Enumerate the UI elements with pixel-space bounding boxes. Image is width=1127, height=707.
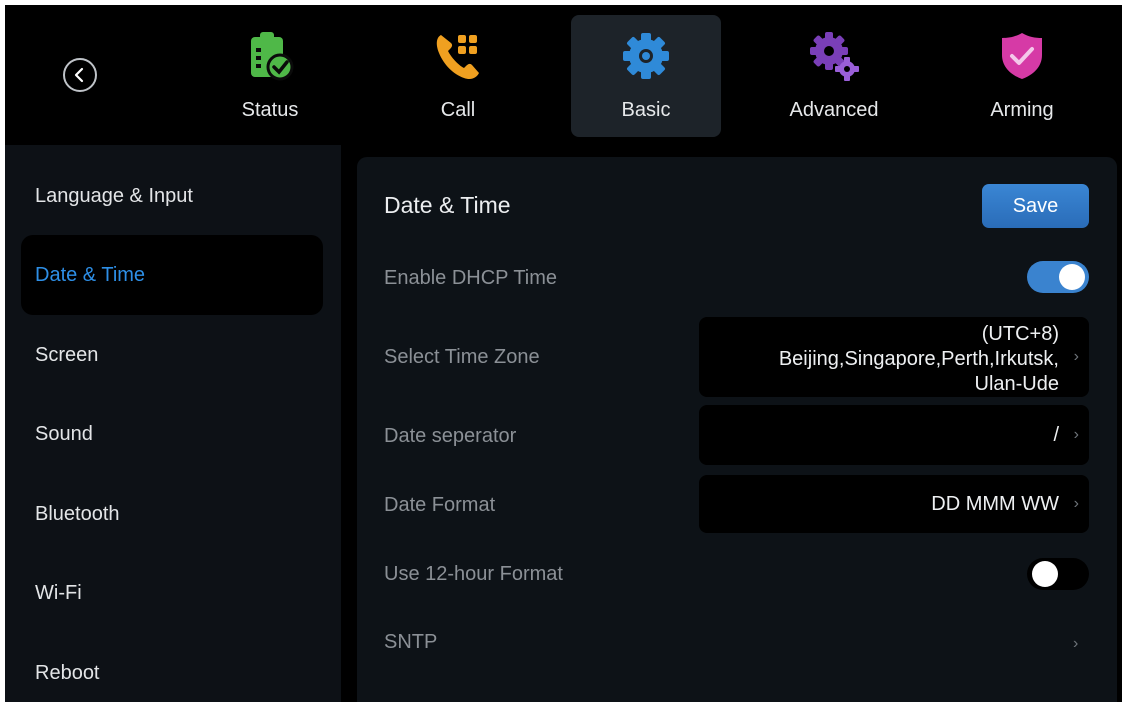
tab-label: Advanced <box>789 99 879 121</box>
sidebar-item-language-input[interactable]: Language & Input <box>21 156 323 236</box>
gears-icon <box>810 32 859 81</box>
sidebar-item-reboot[interactable]: Reboot <box>21 633 323 702</box>
clipboard-check-icon <box>251 32 294 81</box>
time-zone-value: (UTC+8) Beijing,Singapore,Perth,Irkutsk,… <box>699 317 1059 397</box>
tab-arming[interactable]: Arming <box>947 15 1097 137</box>
time-zone-cities: Beijing,Singapore,Perth,Irkutsk, <box>778 348 1059 370</box>
tab-status[interactable]: Status <box>195 15 345 137</box>
sidebar-item-wifi[interactable]: Wi-Fi <box>21 553 323 633</box>
tab-call[interactable]: Call <box>383 15 533 137</box>
time-zone-cities-cont: Ulan-Ude <box>974 373 1059 395</box>
date-separator-select[interactable]: / › <box>699 405 1089 465</box>
tab-basic[interactable]: Basic <box>571 15 721 137</box>
tab-label: Status <box>241 99 299 121</box>
tab-label: Call <box>440 99 476 121</box>
date-format-value: DD MMM WW <box>931 493 1059 515</box>
sidebar-item-sound[interactable]: Sound <box>21 394 323 474</box>
sidebar-item-bluetooth[interactable]: Bluetooth <box>21 474 323 554</box>
sidebar-item-screen[interactable]: Screen <box>21 315 323 395</box>
top-nav: Status Call Basic Advanced Arming <box>5 5 1122 145</box>
date-separator-label: Date seperator <box>384 425 517 447</box>
time-zone-label: Select Time Zone <box>384 346 540 368</box>
save-button[interactable]: Save <box>982 184 1089 228</box>
sidebar-item-date-time[interactable]: Date & Time <box>21 235 323 315</box>
sntp-label[interactable]: SNTP <box>384 631 437 654</box>
toggle-knob <box>1032 561 1058 587</box>
chevron-right-icon: › <box>1073 426 1079 443</box>
phone-grid-icon <box>436 35 479 80</box>
settings-screen: Status Call Basic Advanced Arming Langua… <box>5 5 1122 702</box>
sidebar: Language & Input Date & Time Screen Soun… <box>5 145 341 702</box>
tab-advanced[interactable]: Advanced <box>759 15 909 137</box>
page-title: Date & Time <box>384 192 511 218</box>
dhcp-time-label: Enable DHCP Time <box>384 267 558 289</box>
chevron-right-icon: › <box>1073 495 1079 512</box>
time-zone-offset: (UTC+8) <box>981 323 1059 345</box>
date-format-select[interactable]: DD MMM WW › <box>699 475 1089 533</box>
date-format-label: Date Format <box>384 494 496 516</box>
back-button[interactable] <box>63 58 97 92</box>
dhcp-time-toggle[interactable] <box>1027 261 1089 293</box>
shield-check-icon <box>1002 33 1042 79</box>
date-separator-value: / <box>1053 424 1059 446</box>
hour12-format-label: Use 12-hour Format <box>384 563 563 585</box>
content-panel: Date & Time Save Enable DHCP Time Select… <box>357 157 1117 702</box>
gear-icon <box>623 33 669 79</box>
chevron-right-icon[interactable]: › <box>1073 635 1078 653</box>
chevron-right-icon: › <box>1073 348 1079 365</box>
hour12-format-toggle[interactable] <box>1027 558 1089 590</box>
tab-label: Arming <box>990 99 1054 121</box>
chevron-left-icon <box>74 67 84 83</box>
time-zone-select[interactable]: (UTC+8) Beijing,Singapore,Perth,Irkutsk,… <box>699 317 1089 397</box>
toggle-knob <box>1059 264 1085 290</box>
tab-label: Basic <box>621 99 671 121</box>
